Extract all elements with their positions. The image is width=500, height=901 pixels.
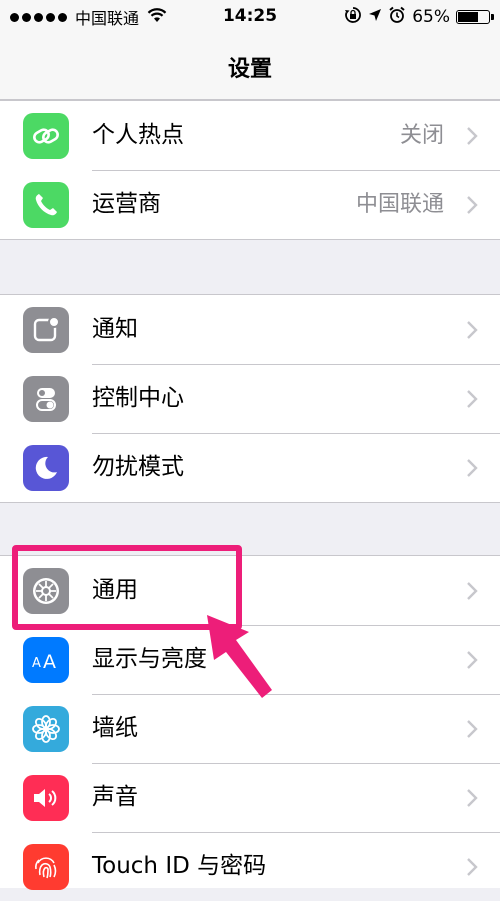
- battery-percent: 65%: [412, 7, 450, 27]
- page-title: 设置: [227, 57, 272, 82]
- chevron-right-icon: [464, 101, 480, 170]
- settings-group-network: 个人热点 关闭 运营商 中国联通: [0, 100, 500, 240]
- battery-level: [458, 12, 478, 22]
- chevron-right-icon: [464, 625, 480, 694]
- settings-row-do-not-disturb[interactable]: 勿扰模式: [0, 433, 500, 502]
- rotation-lock-icon: [344, 6, 362, 29]
- row-label: Touch ID 与密码: [92, 853, 267, 879]
- settings-row-wallpaper[interactable]: 墙纸: [0, 694, 500, 763]
- phone-icon: [23, 182, 69, 228]
- row-label: 个人热点: [92, 122, 184, 148]
- chevron-right-icon: [464, 556, 480, 625]
- row-label: 墙纸: [92, 715, 138, 741]
- settings-group-notifications: 通知 控制中心 勿扰模式: [0, 294, 500, 503]
- svg-text:A: A: [43, 651, 56, 672]
- status-bar: 中国联通 14:25 65%: [0, 0, 500, 34]
- fingerprint-icon: [23, 844, 69, 890]
- chevron-right-icon: [464, 364, 480, 433]
- settings-row-control-center[interactable]: 控制中心: [0, 364, 500, 433]
- chevron-right-icon: [464, 763, 480, 832]
- row-label: 控制中心: [92, 385, 184, 411]
- alarm-icon: [388, 6, 406, 29]
- chevron-right-icon: [464, 832, 480, 901]
- highlight-box: [12, 545, 242, 630]
- settings-row-display-brightness[interactable]: A A 显示与亮度: [0, 625, 500, 694]
- svg-text:A: A: [32, 656, 41, 671]
- location-icon: [368, 7, 382, 27]
- row-label: 声音: [92, 784, 138, 810]
- row-value: 中国联通: [355, 192, 444, 217]
- hotspot-icon: [23, 113, 69, 159]
- settings-row-touch-id[interactable]: Touch ID 与密码: [0, 832, 500, 901]
- row-label: 通知: [92, 316, 138, 342]
- chevron-right-icon: [464, 694, 480, 763]
- chevron-right-icon: [464, 433, 480, 502]
- display-icon: A A: [23, 637, 69, 683]
- row-label: 显示与亮度: [92, 646, 207, 672]
- settings-row-personal-hotspot[interactable]: 个人热点 关闭: [0, 101, 500, 170]
- sound-icon: [23, 775, 69, 821]
- row-label: 运营商: [92, 191, 161, 217]
- settings-row-notifications[interactable]: 通知: [0, 295, 500, 364]
- settings-row-carrier[interactable]: 运营商 中国联通: [0, 170, 500, 239]
- wallpaper-icon: [23, 706, 69, 752]
- chevron-right-icon: [464, 295, 480, 364]
- settings-row-sounds[interactable]: 声音: [0, 763, 500, 832]
- row-value: 关闭: [399, 123, 444, 148]
- status-bar-right: 65%: [344, 6, 494, 29]
- notification-icon: [23, 307, 69, 353]
- row-label: 勿扰模式: [92, 454, 184, 480]
- navigation-bar: 设置: [0, 34, 500, 100]
- chevron-right-icon: [464, 170, 480, 239]
- battery-icon: [456, 10, 494, 24]
- moon-icon: [23, 445, 69, 491]
- control-center-icon: [23, 376, 69, 422]
